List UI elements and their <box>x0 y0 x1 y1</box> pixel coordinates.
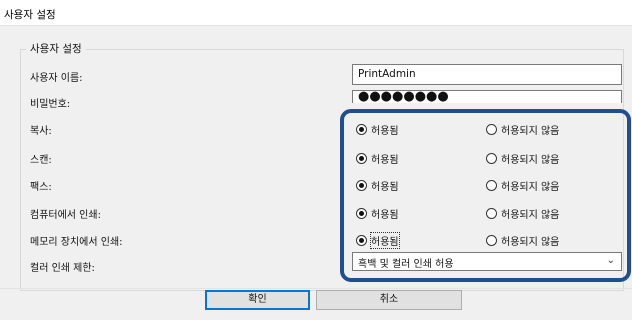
copy-allowed-radio[interactable]: 허용됨 <box>356 122 399 137</box>
radio-label: 허용됨 <box>371 126 399 137</box>
separator <box>0 288 632 289</box>
permission-label-memory-print: 메모리 장치에서 인쇄: <box>30 237 123 248</box>
radio-label: 허용됨 <box>371 155 399 166</box>
radio-label: 허용되지 않음 <box>501 237 560 248</box>
scan-denied-radio[interactable]: 허용되지 않음 <box>486 151 559 166</box>
color-limit-dropdown[interactable]: 흑백 및 컬러 인쇄 허용 ⌄ <box>352 252 622 271</box>
username-label: 사용자 이름: <box>30 73 83 84</box>
radio-label: 허용되지 않음 <box>501 126 560 137</box>
memory-print-allowed-radio[interactable]: 허용됨 <box>356 232 400 249</box>
scan-allowed-radio[interactable]: 허용됨 <box>356 151 399 166</box>
radio-label: 허용됨 <box>371 210 399 221</box>
cancel-button[interactable]: 취소 <box>316 290 462 310</box>
permission-label-copy: 복사: <box>30 126 52 137</box>
radio-label: 허용되지 않음 <box>501 182 560 193</box>
fax-allowed-radio[interactable]: 허용됨 <box>356 178 399 193</box>
fax-denied-radio[interactable]: 허용되지 않음 <box>486 178 559 193</box>
radio-label: 허용됨 <box>371 182 399 193</box>
copy-denied-radio[interactable]: 허용되지 않음 <box>486 122 559 137</box>
radio-unchecked-icon <box>486 235 497 246</box>
permission-label-pc-print: 컴퓨터에서 인쇄: <box>30 210 101 221</box>
radio-unchecked-icon <box>486 180 497 191</box>
password-label: 비밀번호: <box>30 99 71 110</box>
radio-label: 허용되지 않음 <box>501 210 560 221</box>
pc-print-denied-radio[interactable]: 허용되지 않음 <box>486 206 559 221</box>
radio-checked-icon <box>356 235 367 246</box>
window-title: 사용자 설정 <box>4 9 56 21</box>
radio-unchecked-icon <box>486 124 497 135</box>
color-limit-value: 흑백 및 컬러 인쇄 허용 <box>358 259 454 270</box>
radio-unchecked-icon <box>486 153 497 164</box>
color-limit-label: 컬러 인쇄 제한: <box>30 263 95 274</box>
radio-checked-icon <box>356 180 367 191</box>
chevron-down-icon: ⌄ <box>606 255 615 266</box>
window-title-bar: 사용자 설정 <box>0 0 632 25</box>
group-legend: 사용자 설정 <box>26 41 86 56</box>
ok-button[interactable]: 확인 <box>205 290 310 310</box>
dialog-body: 사용자 설정 사용자 이름: PrintAdmin 비밀번호: ●●●●●●●●… <box>0 25 632 320</box>
radio-checked-icon <box>356 153 367 164</box>
permission-label-scan: 스캔: <box>30 155 52 166</box>
memory-print-denied-radio[interactable]: 허용되지 않음 <box>486 233 559 248</box>
radio-checked-icon <box>356 124 367 135</box>
radio-checked-icon <box>356 208 367 219</box>
radio-unchecked-icon <box>486 208 497 219</box>
radio-label: 허용됨 <box>370 232 400 249</box>
username-field[interactable]: PrintAdmin <box>352 64 622 85</box>
pc-print-allowed-radio[interactable]: 허용됨 <box>356 206 399 221</box>
permission-label-fax: 팩스: <box>30 182 52 193</box>
radio-label: 허용되지 않음 <box>501 155 560 166</box>
password-field[interactable]: ●●●●●●●● <box>352 90 622 103</box>
